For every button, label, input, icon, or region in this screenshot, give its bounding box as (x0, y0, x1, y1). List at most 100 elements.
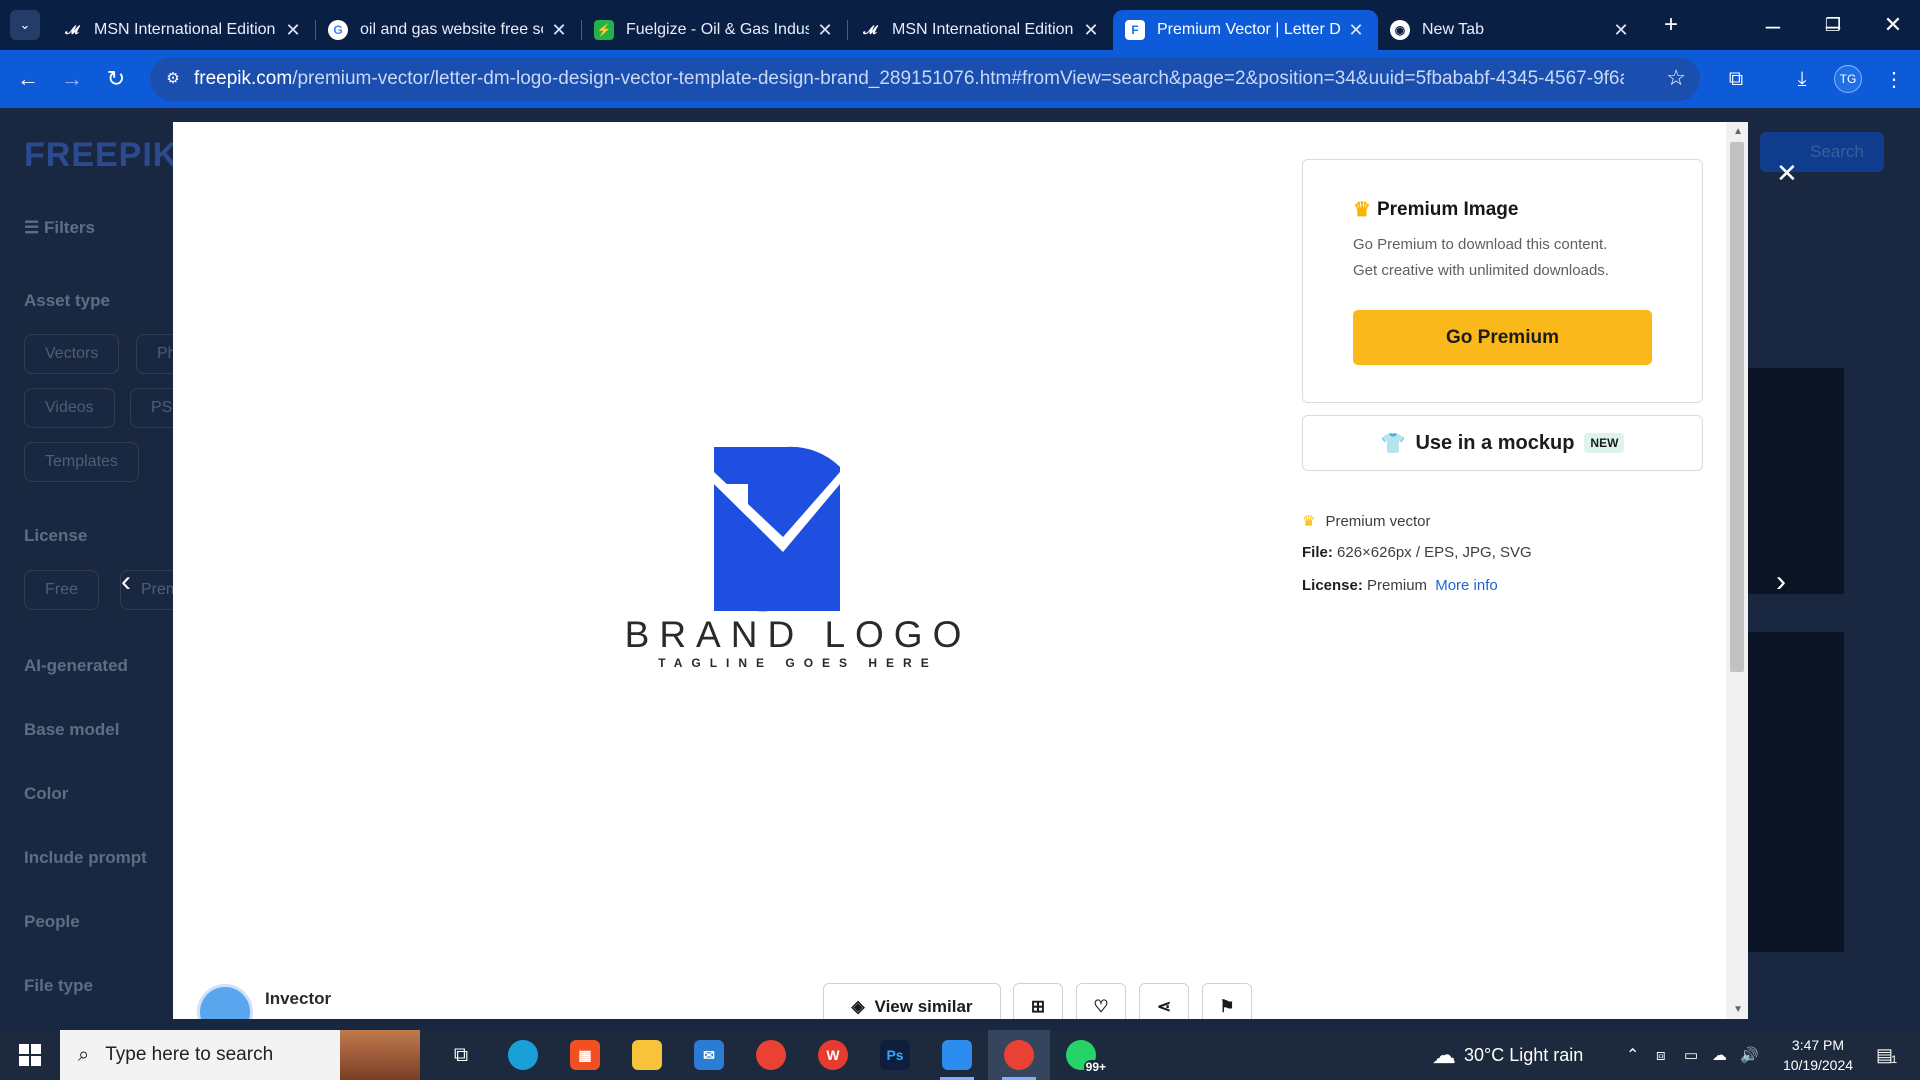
restore-icon[interactable]: ❐ (1803, 0, 1863, 50)
author-block[interactable]: Invector (197, 984, 331, 1019)
modal-scrollbar[interactable]: ▲ ▼ (1726, 122, 1748, 1019)
scroll-up-icon[interactable]: ▲ (1733, 126, 1743, 137)
avatar: TG (1834, 65, 1862, 93)
taskbar-search[interactable]: ⌕ Type here to search (60, 1030, 420, 1080)
forward-icon[interactable]: → (50, 57, 94, 101)
notification-center-icon[interactable]: ▤ 1 (1876, 1030, 1897, 1080)
rain-cloud-icon: ☁ (1432, 1041, 1456, 1069)
meta-license-label: License: (1302, 577, 1363, 594)
google-icon: G (328, 20, 348, 40)
mail-icon[interactable]: ✉ (678, 1030, 740, 1080)
bg-thumbnail (1748, 632, 1844, 952)
heart-icon: ♡ (1093, 997, 1109, 1016)
reload-icon[interactable]: ↻ (94, 57, 138, 101)
close-window-icon[interactable]: ✕ (1863, 0, 1920, 50)
tab-fuelgize[interactable]: ⚡ Fuelgize - Oil & Gas Industry ✕ (582, 10, 847, 50)
tray-meet-icon[interactable]: ⧈ (1656, 1030, 1666, 1080)
flag-icon: ⚑ (1219, 997, 1235, 1016)
extensions-icon[interactable]: ⧉ (1714, 50, 1758, 108)
search-highlight-image (340, 1030, 420, 1080)
tab-search-menu-icon[interactable]: ⌄ (10, 10, 40, 40)
meta-file: File: 626×626px / EPS, JPG, SVG (1302, 544, 1532, 561)
previous-arrow-icon[interactable]: ‹ (121, 565, 131, 599)
sidebar-file-type: File type (24, 976, 93, 995)
weather-widget[interactable]: ☁ 30°C Light rain (1432, 1030, 1583, 1080)
tab-freepik[interactable]: F Premium Vector | Letter DM ✕ (1113, 10, 1378, 50)
author-name[interactable]: Invector (265, 989, 331, 1009)
onedrive-icon[interactable]: ☁ (1712, 1030, 1727, 1080)
close-modal-icon[interactable]: ✕ (1776, 158, 1798, 189)
tab-msn-1[interactable]: 𝓜 MSN International Edition ✕ (50, 10, 315, 50)
site-info-icon[interactable]: ⚙ (162, 67, 184, 89)
next-arrow-icon[interactable]: › (1776, 565, 1786, 599)
go-premium-button[interactable]: Go Premium (1353, 310, 1652, 365)
store-icon[interactable]: ▦ (554, 1030, 616, 1080)
minimize-window-icon[interactable]: – (1743, 0, 1803, 50)
more-menu-icon[interactable]: ⋮ (1872, 50, 1916, 108)
more-info-link[interactable]: More info (1435, 577, 1498, 594)
chrome-icon: ◉ (1390, 20, 1410, 40)
tab-title: New Tab (1422, 21, 1484, 38)
preview-modal: BRAND LOGO TAGLINE GOES HERE ♛ Premium I… (173, 122, 1748, 1019)
freepik-logo: FREEPIK (24, 136, 179, 174)
chrome-profile-icon[interactable] (740, 1030, 802, 1080)
add-to-collection-button[interactable]: ⊞ (1013, 983, 1063, 1019)
use-in-mockup-button[interactable]: 👕 Use in a mockup NEW (1302, 415, 1703, 471)
report-button[interactable]: ⚑ (1202, 983, 1252, 1019)
weather-text: 30°C Light rain (1464, 1044, 1584, 1065)
view-similar-button[interactable]: ◈ View similar (823, 983, 1001, 1019)
tab-google-search[interactable]: G oil and gas website free source ✕ (316, 10, 581, 50)
wps-office-icon[interactable]: W (802, 1030, 864, 1080)
scroll-thumb[interactable] (1730, 142, 1744, 672)
windows-start-icon[interactable] (0, 1030, 60, 1080)
address-bar[interactable]: ⚙ freepik.com/premium-vector/letter-dm-l… (150, 57, 1700, 101)
meta-file-label: File: (1302, 544, 1333, 561)
author-avatar[interactable] (197, 984, 253, 1019)
new-tab-icon[interactable]: + (1657, 11, 1685, 39)
close-icon[interactable]: ✕ (1081, 20, 1101, 41)
close-icon[interactable]: ✕ (283, 20, 303, 41)
tray-chevron-icon[interactable]: ⌃ (1626, 1030, 1639, 1080)
whatsapp-icon[interactable]: 99+ (1050, 1030, 1112, 1080)
volume-icon[interactable]: 🔊 (1740, 1030, 1759, 1080)
view-similar-label: View similar (874, 997, 973, 1016)
back-icon[interactable]: ← (6, 57, 50, 101)
msn-icon: 𝓜 (863, 22, 877, 37)
bg-thumbnail (1748, 368, 1844, 594)
photoshop-icon[interactable]: Ps (864, 1030, 926, 1080)
edge-icon[interactable] (492, 1030, 554, 1080)
layers-icon: ◈ (851, 997, 865, 1016)
profile-button[interactable]: TG (1826, 50, 1870, 108)
file-explorer-icon[interactable] (616, 1030, 678, 1080)
close-icon[interactable]: ✕ (815, 20, 835, 41)
notepad-icon[interactable] (926, 1030, 988, 1080)
tab-new[interactable]: ◉ New Tab ✕ (1378, 10, 1643, 50)
premium-desc-2: Get creative with unlimited downloads. (1353, 262, 1609, 279)
battery-icon[interactable]: ▭ (1684, 1030, 1698, 1080)
dm-logo-mark (714, 446, 840, 612)
close-icon[interactable]: ✕ (1611, 20, 1631, 41)
chip-templates: Templates (24, 442, 139, 482)
crown-icon: ♛ (1353, 199, 1371, 221)
whatsapp-badge: 99+ (1083, 1060, 1108, 1074)
premium-title-text: Premium Image (1376, 198, 1519, 220)
close-icon[interactable]: ✕ (1346, 20, 1366, 41)
premium-desc-1: Go Premium to download this content. (1353, 236, 1608, 253)
tab-title: MSN International Edition (892, 21, 1074, 38)
tab-strip: ⌄ 𝓜 MSN International Edition ✕ G oil an… (0, 0, 1920, 50)
filters-text: Filters (43, 218, 95, 237)
premium-title: ♛ Premium Image (1353, 197, 1518, 222)
clock-time: 3:47 PM (1791, 1037, 1845, 1053)
tab-msn-2[interactable]: 𝓜 MSN International Edition ✕ (848, 10, 1113, 50)
clock[interactable]: 3:47 PM 10/19/2024 (1768, 1030, 1868, 1080)
like-button[interactable]: ♡ (1076, 983, 1126, 1019)
chrome-active-icon[interactable] (988, 1030, 1050, 1080)
task-view-icon[interactable]: ⧉ (430, 1030, 492, 1080)
bookmark-star-icon[interactable]: ☆ (1666, 65, 1686, 91)
premium-card: ♛ Premium Image Go Premium to download t… (1302, 159, 1703, 403)
close-icon[interactable]: ✕ (549, 20, 569, 41)
download-icon[interactable]: ⤓ (1780, 50, 1824, 108)
sidebar-asset-type: Asset type (24, 291, 110, 310)
share-button[interactable]: ⋖ (1139, 983, 1189, 1019)
scroll-down-icon[interactable]: ▼ (1733, 1004, 1743, 1015)
